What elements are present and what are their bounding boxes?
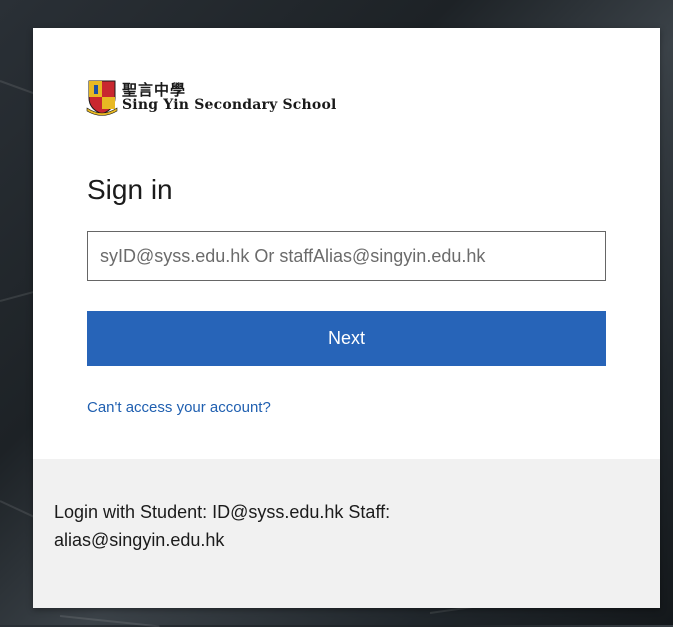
signin-card: 聖言中學 Sing Yin Secondary School Sign in N… xyxy=(33,28,660,608)
cant-access-account-link[interactable]: Can't access your account? xyxy=(87,399,271,416)
page-title: Sign in xyxy=(87,174,173,205)
school-logo: 聖言中學 Sing Yin Secondary School xyxy=(86,78,337,116)
signin-footer: Login with Student: ID@syss.edu.hk Staff… xyxy=(33,459,660,608)
username-input[interactable] xyxy=(87,231,606,281)
school-name-chinese: 聖言中學 xyxy=(122,80,187,99)
school-name-english: Sing Yin Secondary School xyxy=(122,96,337,113)
login-instructions: Login with Student: ID@syss.edu.hk Staff… xyxy=(54,502,391,550)
school-crest-icon xyxy=(86,80,118,116)
next-button[interactable]: Next xyxy=(87,311,606,366)
